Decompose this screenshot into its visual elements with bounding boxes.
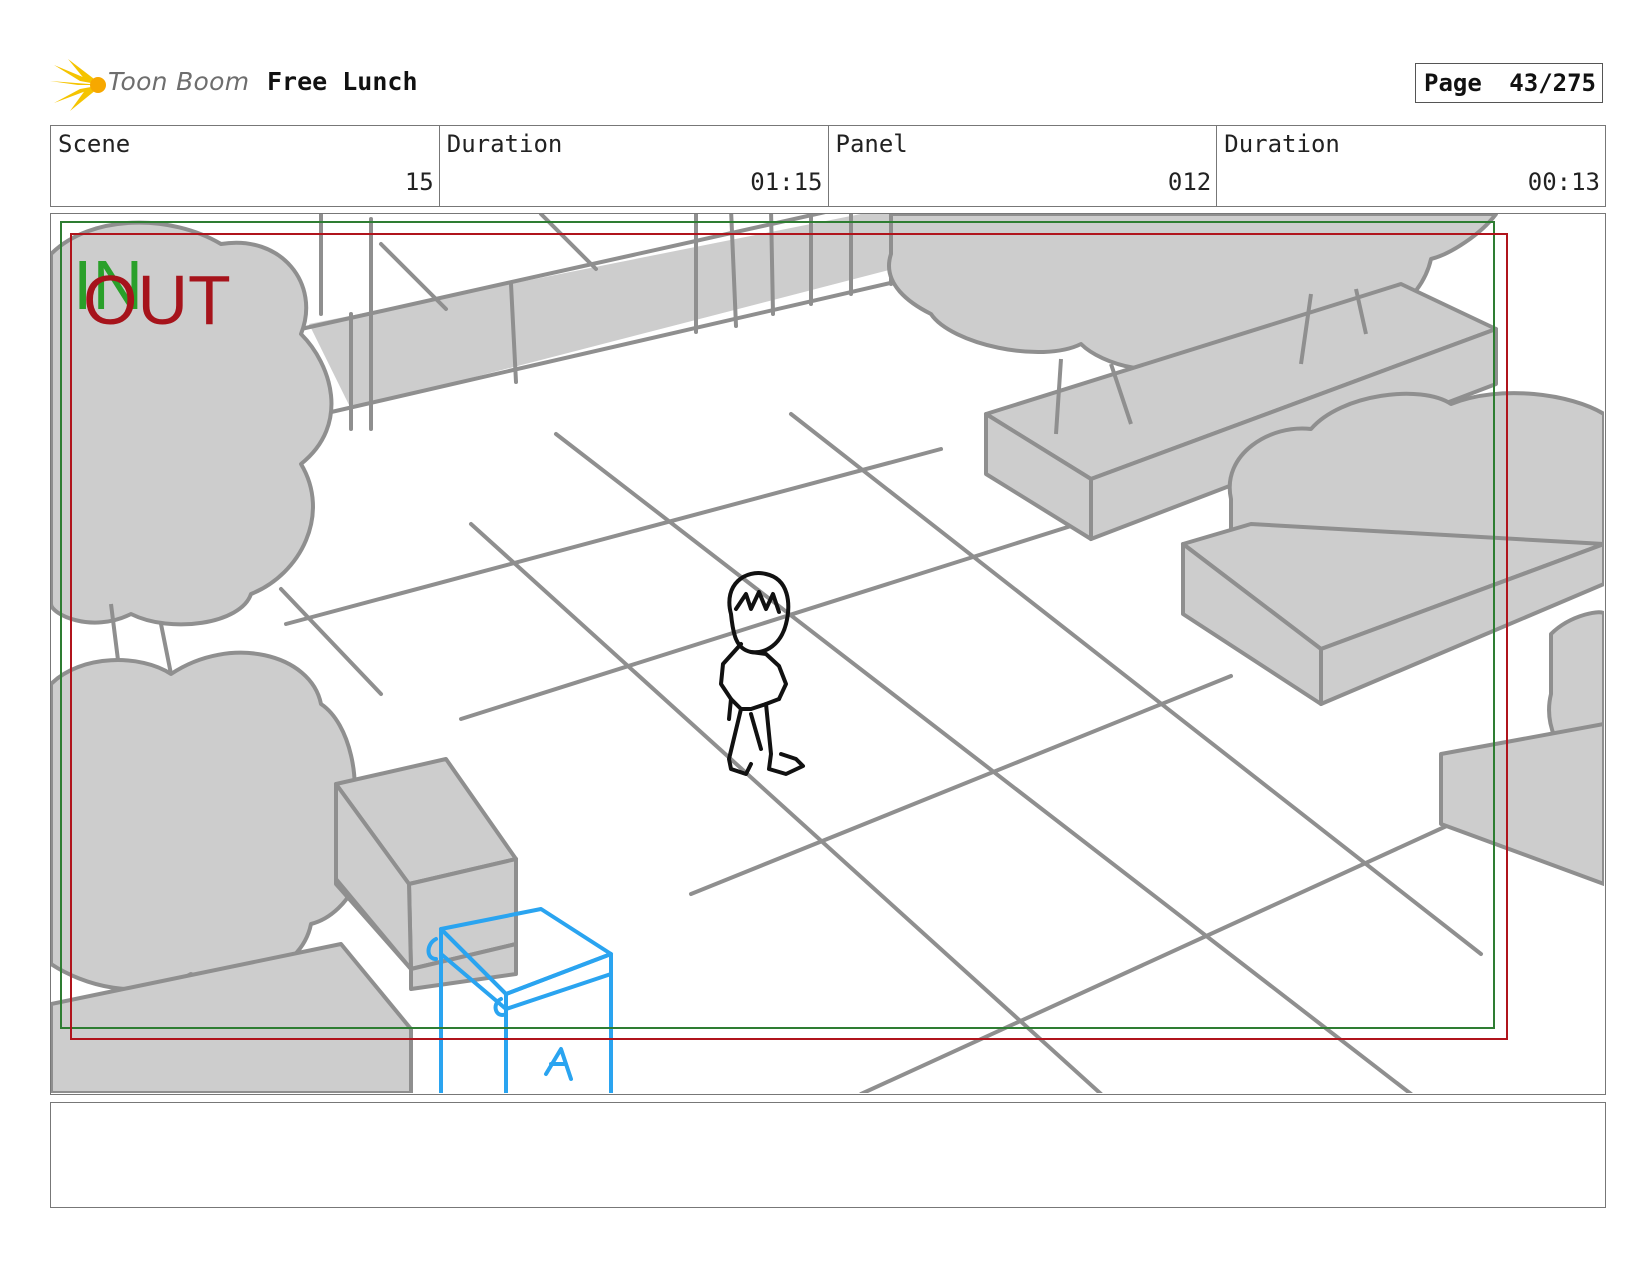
logo-text: Toon Boom bbox=[108, 67, 250, 96]
panel-value: 012 bbox=[1167, 168, 1212, 196]
character-sketch bbox=[719, 571, 805, 776]
panel-label: Panel bbox=[835, 130, 908, 158]
panel-cell: Panel 012 bbox=[829, 126, 1218, 206]
starburst-icon bbox=[50, 59, 106, 111]
page-header: Toon Boom Free Lunch Page 43/275 bbox=[50, 55, 1606, 115]
scene-cell: Scene 15 bbox=[51, 126, 440, 206]
panel-duration-label: Duration bbox=[1224, 130, 1340, 158]
out-marker-label: OUT bbox=[83, 261, 231, 339]
storyboard-panel: IN OUT bbox=[50, 213, 1606, 1095]
panel-duration-value: 00:13 bbox=[1527, 168, 1600, 196]
scene-duration-label: Duration bbox=[446, 130, 563, 158]
page-number: 43/275 bbox=[1509, 69, 1596, 97]
panel-sketch: IN OUT bbox=[51, 214, 1604, 1093]
planter-right-bottom bbox=[1181, 391, 1604, 886]
scene-label: Scene bbox=[58, 130, 131, 158]
crate-gray bbox=[334, 757, 518, 991]
panel-duration-cell: Duration 00:13 bbox=[1217, 126, 1605, 206]
fence-sketch bbox=[299, 214, 953, 431]
scene-duration-value: 01:15 bbox=[750, 168, 823, 196]
scene-duration-cell: Duration 01:15 bbox=[440, 126, 829, 206]
toon-boom-logo: Toon Boom bbox=[50, 57, 250, 113]
page-indicator: Page 43/275 bbox=[1415, 63, 1603, 103]
page-label: Page bbox=[1424, 69, 1482, 97]
notes-box bbox=[50, 1102, 1606, 1208]
project-title: Free Lunch bbox=[267, 67, 418, 96]
scene-value: 15 bbox=[404, 168, 434, 196]
scene-info-table: Scene 15 Duration 01:15 Panel 012 Durati… bbox=[50, 125, 1606, 207]
